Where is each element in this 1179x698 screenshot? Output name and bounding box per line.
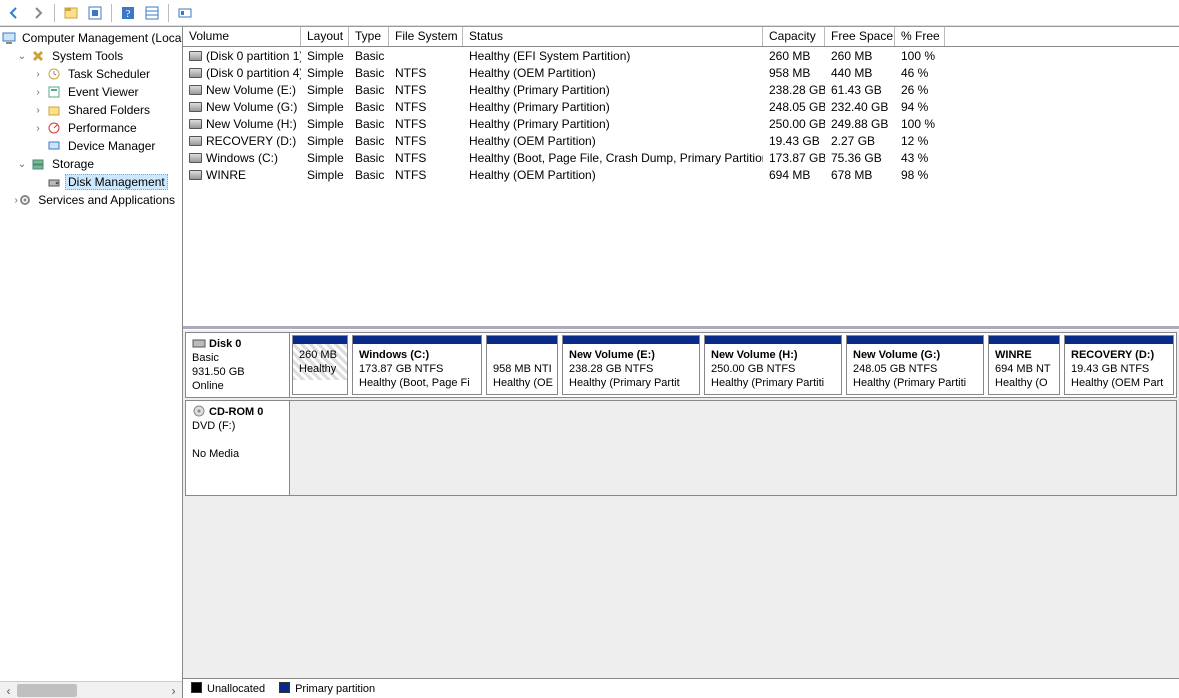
- partition-box[interactable]: WINRE694 MB NTHealthy (O: [988, 335, 1060, 395]
- partition-box[interactable]: Windows (C:)173.87 GB NTFSHealthy (Boot,…: [352, 335, 482, 395]
- disk-icon: [192, 337, 206, 349]
- nav-tree: Computer Management (Local ⌄ System Tool…: [0, 27, 183, 698]
- swatch-primary: [279, 682, 290, 693]
- volume-row[interactable]: RECOVERY (D:)SimpleBasicNTFSHealthy (OEM…: [183, 132, 1179, 149]
- partition-box[interactable]: New Volume (H:)250.00 GB NTFSHealthy (Pr…: [704, 335, 842, 395]
- drive-icon: [189, 170, 202, 180]
- volume-row[interactable]: (Disk 0 partition 4)SimpleBasicNTFSHealt…: [183, 64, 1179, 81]
- swatch-unallocated: [191, 682, 202, 693]
- tools-icon: [30, 48, 46, 64]
- computer-icon: [2, 30, 16, 46]
- drive-icon: [189, 68, 202, 78]
- partition-box[interactable]: 958 MB NTIHealthy (OE: [486, 335, 558, 395]
- volume-list: Volume Layout Type File System Status Ca…: [183, 27, 1179, 329]
- settings-button[interactable]: [175, 3, 195, 23]
- device-icon: [46, 138, 62, 154]
- tree-disk-management[interactable]: Disk Management: [0, 173, 182, 191]
- col-filesystem[interactable]: File System: [389, 27, 463, 46]
- tree-root[interactable]: Computer Management (Local: [0, 29, 182, 47]
- drive-icon: [189, 153, 202, 163]
- volume-row[interactable]: New Volume (H:)SimpleBasicNTFSHealthy (P…: [183, 115, 1179, 132]
- tree-scrollbar[interactable]: ‹ ›: [0, 681, 182, 698]
- disk-row[interactable]: Disk 0 Basic 931.50 GB Online 260 MBHeal…: [185, 332, 1177, 398]
- col-type[interactable]: Type: [349, 27, 389, 46]
- cdrom-info: CD-ROM 0 DVD (F:) No Media: [186, 401, 290, 495]
- tree-task-scheduler[interactable]: › Task Scheduler: [0, 65, 182, 83]
- tree-services[interactable]: › Services and Applications: [0, 191, 182, 209]
- services-icon: [18, 192, 32, 208]
- forward-button[interactable]: [28, 3, 48, 23]
- expand-icon[interactable]: ›: [30, 123, 46, 134]
- col-layout[interactable]: Layout: [301, 27, 349, 46]
- tree-storage[interactable]: ⌄ Storage: [0, 155, 182, 173]
- tree-event-viewer[interactable]: › Event Viewer: [0, 83, 182, 101]
- volume-row[interactable]: WINRESimpleBasicNTFSHealthy (OEM Partiti…: [183, 166, 1179, 183]
- back-button[interactable]: [4, 3, 24, 23]
- collapse-icon[interactable]: ⌄: [14, 159, 30, 170]
- drive-icon: [189, 136, 202, 146]
- svg-text:?: ?: [126, 8, 131, 20]
- refresh-button[interactable]: [85, 3, 105, 23]
- event-icon: [46, 84, 62, 100]
- drive-icon: [189, 51, 202, 61]
- col-free[interactable]: Free Space: [825, 27, 895, 46]
- perf-icon: [46, 120, 62, 136]
- partition-box[interactable]: 260 MBHealthy: [292, 335, 348, 395]
- disk-graphical-view: Disk 0 Basic 931.50 GB Online 260 MBHeal…: [183, 329, 1179, 698]
- storage-icon: [30, 156, 46, 172]
- help-button[interactable]: ?: [118, 3, 138, 23]
- cd-icon: [192, 405, 206, 417]
- legend: Unallocated Primary partition: [183, 678, 1179, 698]
- col-capacity[interactable]: Capacity: [763, 27, 825, 46]
- volume-row[interactable]: Windows (C:)SimpleBasicNTFSHealthy (Boot…: [183, 149, 1179, 166]
- clock-icon: [46, 66, 62, 82]
- drive-icon: [189, 102, 202, 112]
- collapse-icon[interactable]: ⌄: [14, 51, 30, 62]
- expand-icon[interactable]: ›: [30, 69, 46, 80]
- tree-shared-folders[interactable]: › Shared Folders: [0, 101, 182, 119]
- drive-icon: [189, 85, 202, 95]
- disk-icon: [46, 174, 62, 190]
- folder-icon: [46, 102, 62, 118]
- col-volume[interactable]: Volume: [183, 27, 301, 46]
- tree-device-manager[interactable]: Device Manager: [0, 137, 182, 155]
- partition-box[interactable]: RECOVERY (D:)19.43 GB NTFSHealthy (OEM P…: [1064, 335, 1174, 395]
- volume-row[interactable]: New Volume (G:)SimpleBasicNTFSHealthy (P…: [183, 98, 1179, 115]
- expand-icon[interactable]: ›: [30, 105, 46, 116]
- volume-header: Volume Layout Type File System Status Ca…: [183, 27, 1179, 47]
- properties-button[interactable]: [61, 3, 81, 23]
- disk-info: Disk 0 Basic 931.50 GB Online: [186, 333, 290, 397]
- view-button[interactable]: [142, 3, 162, 23]
- toolbar: ?: [0, 0, 1179, 26]
- drive-icon: [189, 119, 202, 129]
- partition-box[interactable]: New Volume (E:)238.28 GB NTFSHealthy (Pr…: [562, 335, 700, 395]
- volume-row[interactable]: (Disk 0 partition 1)SimpleBasicHealthy (…: [183, 47, 1179, 64]
- cdrom-row[interactable]: CD-ROM 0 DVD (F:) No Media: [185, 400, 1177, 496]
- tree-system-tools[interactable]: ⌄ System Tools: [0, 47, 182, 65]
- col-percent[interactable]: % Free: [895, 27, 945, 46]
- volume-row[interactable]: New Volume (E:)SimpleBasicNTFSHealthy (P…: [183, 81, 1179, 98]
- col-status[interactable]: Status: [463, 27, 763, 46]
- expand-icon[interactable]: ›: [30, 87, 46, 98]
- partition-box[interactable]: New Volume (G:)248.05 GB NTFSHealthy (Pr…: [846, 335, 984, 395]
- tree-performance[interactable]: › Performance: [0, 119, 182, 137]
